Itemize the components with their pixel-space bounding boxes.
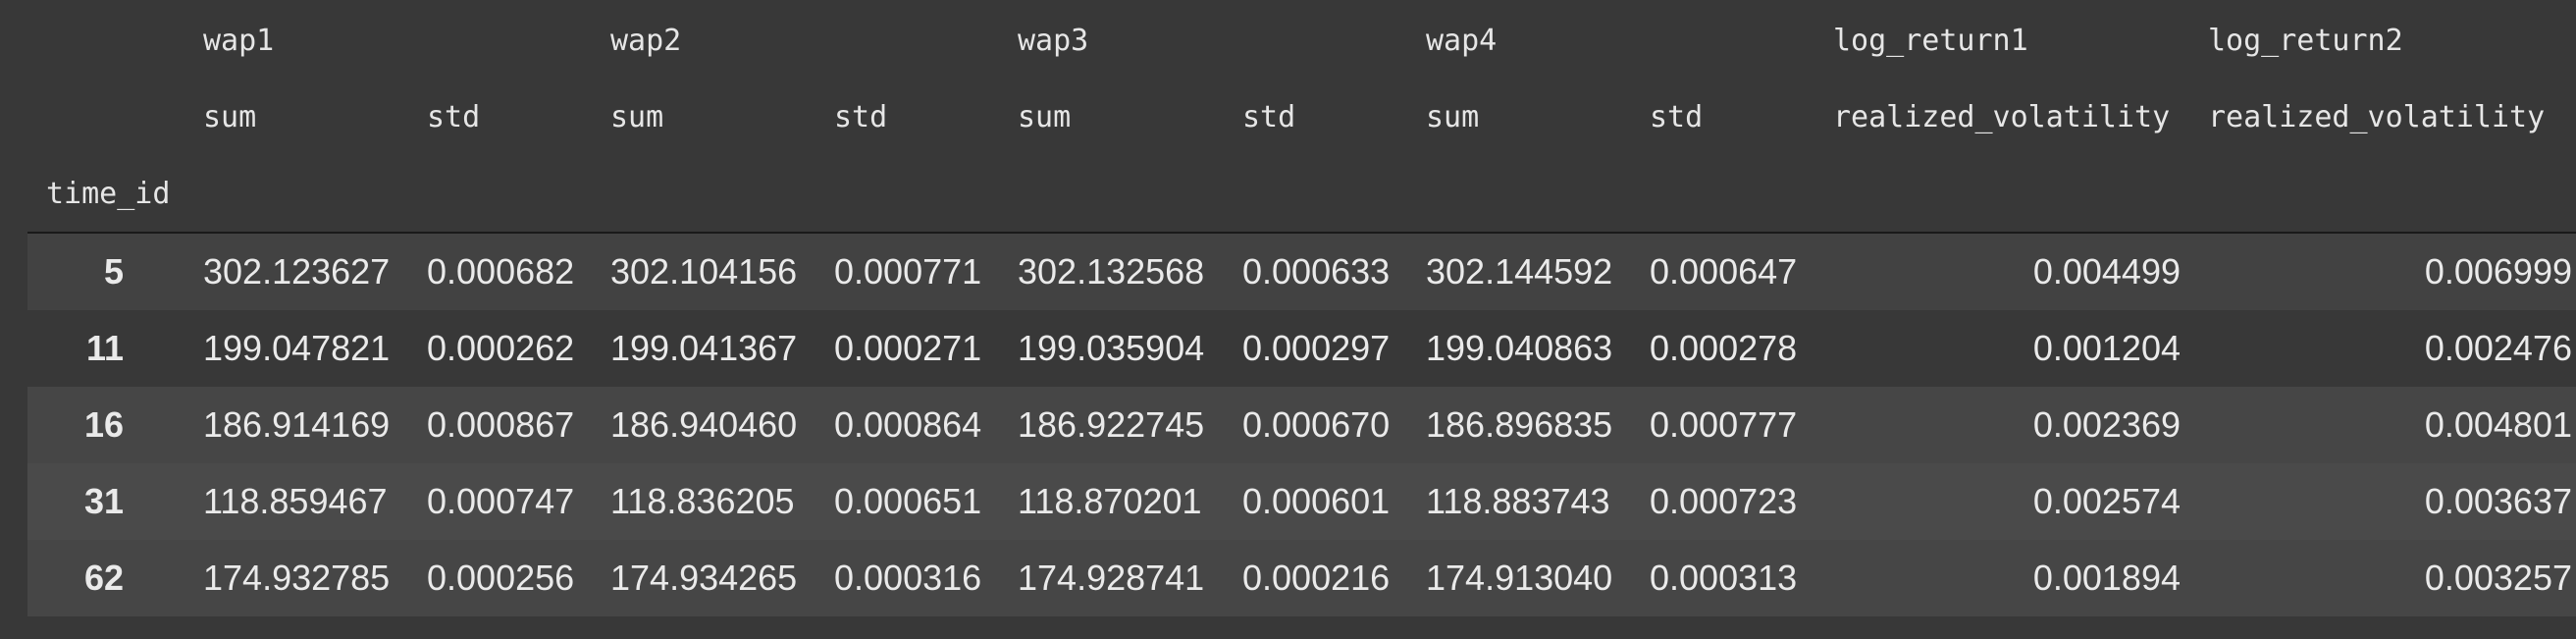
cell-log-return2-realized-volatility: 0.006999 — [2424, 251, 2572, 292]
cell-wap1-std: 0.000867 — [427, 404, 575, 445]
cell-wap3-std: 0.000297 — [1242, 328, 1391, 368]
cell-wap4-sum: 186.896835 — [1426, 404, 1613, 445]
cell-wap1-std: 0.000747 — [427, 481, 575, 521]
cell-log-return1-realized-volatility: 0.002574 — [2032, 481, 2181, 521]
cell-wap4-sum: 199.040863 — [1426, 328, 1613, 368]
column-group-header-wap3: wap3 — [1018, 24, 1089, 58]
table-body: 5 302.123627 0.000682 302.104156 0.00077… — [27, 234, 2576, 616]
cell-wap2-std: 0.000864 — [834, 404, 982, 445]
cell-wap3-std: 0.000216 — [1242, 558, 1391, 598]
cell-wap2-sum: 186.940460 — [610, 404, 798, 445]
cell-wap2-sum: 118.836205 — [610, 481, 795, 521]
cell-log-return2-realized-volatility: 0.003637 — [2424, 481, 2572, 521]
cell-wap4-sum: 302.144592 — [1426, 251, 1613, 292]
column-header-wap1-sum: sum — [203, 100, 257, 134]
column-group-header-wap2: wap2 — [610, 24, 682, 58]
cell-wap4-std: 0.000647 — [1650, 251, 1798, 292]
column-group-header-wap1: wap1 — [203, 24, 275, 58]
cell-wap1-sum: 186.914169 — [203, 404, 391, 445]
cell-log-return1-realized-volatility: 0.001204 — [2032, 328, 2181, 368]
row-index: 5 — [103, 251, 124, 292]
cell-wap3-std: 0.000601 — [1242, 481, 1391, 521]
cell-wap2-std: 0.000316 — [834, 558, 982, 598]
column-header-log-return2-realized-volatility: realized_volatility — [2208, 100, 2546, 134]
table-row: 11 199.047821 0.000262 199.041367 0.0002… — [27, 310, 2576, 387]
cell-wap1-sum: 174.932785 — [203, 558, 391, 598]
cell-wap4-std: 0.000278 — [1650, 328, 1798, 368]
cell-wap4-std: 0.000313 — [1650, 558, 1798, 598]
cell-log-return1-realized-volatility: 0.002369 — [2032, 404, 2181, 445]
column-header-wap3-sum: sum — [1018, 100, 1072, 134]
cell-wap3-std: 0.000633 — [1242, 251, 1391, 292]
cell-log-return1-realized-volatility: 0.001894 — [2032, 558, 2181, 598]
cell-wap3-sum: 302.132568 — [1018, 251, 1205, 292]
cell-wap2-sum: 199.041367 — [610, 328, 798, 368]
row-index: 11 — [85, 328, 124, 368]
cell-wap3-sum: 186.922745 — [1018, 404, 1205, 445]
cell-log-return2-realized-volatility: 0.002476 — [2424, 328, 2572, 368]
column-group-header-wap4: wap4 — [1426, 24, 1498, 58]
column-header-wap4-std: std — [1650, 100, 1704, 134]
column-header-wap2-std: std — [834, 100, 888, 134]
cell-wap2-std: 0.000651 — [834, 481, 982, 521]
cell-wap3-sum: 118.870201 — [1018, 481, 1202, 521]
table-header: wap1 wap2 wap3 wap4 log_return1 log_retu… — [0, 0, 2576, 232]
cell-wap3-std: 0.000670 — [1242, 404, 1391, 445]
cell-wap3-sum: 199.035904 — [1018, 328, 1205, 368]
cell-wap2-sum: 302.104156 — [610, 251, 798, 292]
row-index: 16 — [83, 404, 124, 445]
cell-wap4-std: 0.000777 — [1650, 404, 1798, 445]
cell-wap1-std: 0.000256 — [427, 558, 575, 598]
cell-log-return2-realized-volatility: 0.003257 — [2424, 558, 2572, 598]
column-header-wap2-sum: sum — [610, 100, 664, 134]
column-group-header-log-return2: log_return2 — [2208, 24, 2403, 58]
cell-wap1-sum: 302.123627 — [203, 251, 391, 292]
table-row: 5 302.123627 0.000682 302.104156 0.00077… — [27, 234, 2576, 310]
cell-log-return2-realized-volatility: 0.004801 — [2424, 404, 2572, 445]
cell-wap2-std: 0.000271 — [834, 328, 982, 368]
dataframe-output: wap1 wap2 wap3 wap4 log_return1 log_retu… — [0, 0, 2576, 639]
table-row: 16 186.914169 0.000867 186.940460 0.0008… — [27, 387, 2576, 463]
cell-log-return1-realized-volatility: 0.004499 — [2032, 251, 2181, 292]
cell-wap1-std: 0.000682 — [427, 251, 575, 292]
column-group-header-log-return1: log_return1 — [1833, 24, 2028, 58]
cell-wap4-sum: 174.913040 — [1426, 558, 1613, 598]
column-header-wap3-std: std — [1242, 100, 1296, 134]
table-row: 31 118.859467 0.000747 118.836205 0.0006… — [27, 463, 2576, 540]
cell-wap4-sum: 118.883743 — [1426, 481, 1610, 521]
cell-wap1-sum: 118.859467 — [203, 481, 388, 521]
cell-wap1-sum: 199.047821 — [203, 328, 391, 368]
row-index: 62 — [83, 558, 124, 598]
column-header-wap1-std: std — [427, 100, 481, 134]
index-name-header: time_id — [46, 177, 171, 211]
column-header-log-return1-realized-volatility: realized_volatility — [1833, 100, 2171, 134]
cell-wap3-sum: 174.928741 — [1018, 558, 1205, 598]
cell-wap2-sum: 174.934265 — [610, 558, 798, 598]
row-index: 31 — [83, 481, 124, 521]
column-header-wap4-sum: sum — [1426, 100, 1480, 134]
table-row: 62 174.932785 0.000256 174.934265 0.0003… — [27, 540, 2576, 616]
cell-wap1-std: 0.000262 — [427, 328, 575, 368]
cell-wap2-std: 0.000771 — [834, 251, 982, 292]
cell-wap4-std: 0.000723 — [1650, 481, 1798, 521]
